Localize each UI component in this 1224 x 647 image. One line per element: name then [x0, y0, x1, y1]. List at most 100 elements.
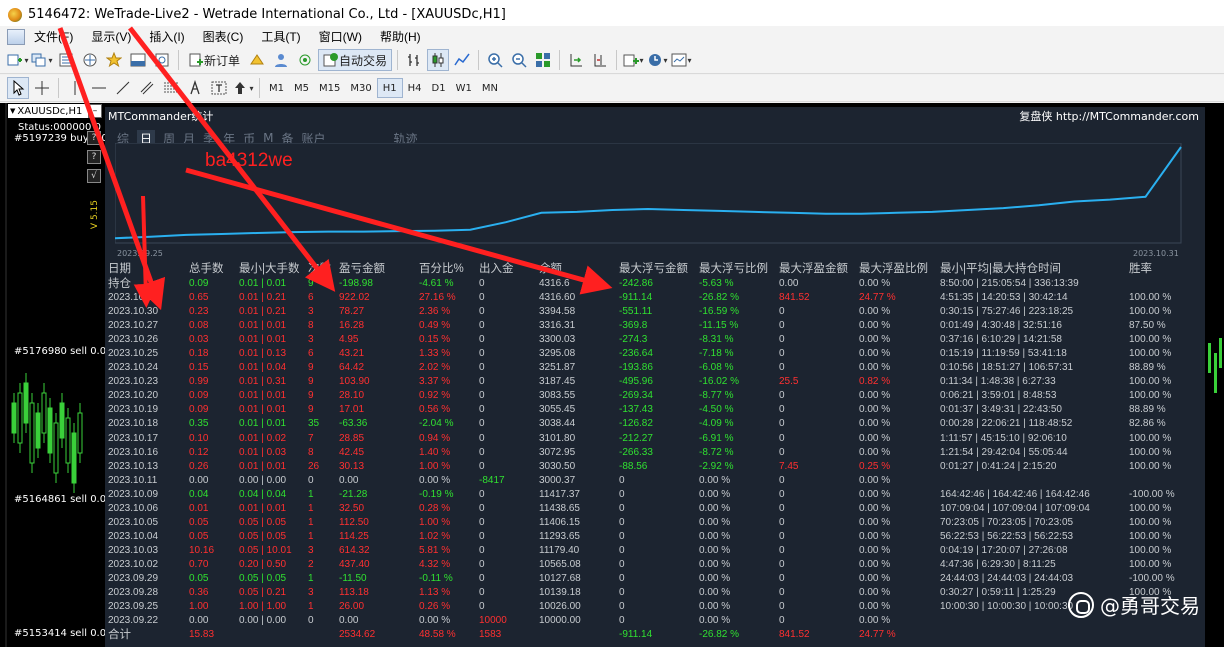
table-row[interactable]: 2023.10.20 0.09 0.01 | 0.01 9 28.10 0.92 % 0 30…	[108, 389, 1198, 403]
table-row[interactable]: 2023.10.30 0.23 0.01 | 0.21 3 78.27 2.36 % 0 33…	[108, 305, 1198, 319]
table-row[interactable]: 2023.10.17 0.10 0.01 | 0.02 7 28.85 0.94 % 0 31…	[108, 432, 1198, 446]
column-header[interactable]: 最大浮盈金额	[779, 262, 848, 276]
table-row[interactable]: 2023.09.28 0.36 0.05 | 0.21 3 113.18 1.13 % 0 1…	[108, 586, 1198, 600]
table-row[interactable]: 2023.10.09 0.04 0.04 | 0.04 1 -21.28 -0.19 % 0…	[108, 488, 1198, 502]
column-header[interactable]: 最大浮盈比例	[859, 262, 928, 276]
column-header[interactable]: 日期	[108, 262, 131, 276]
text-button[interactable]	[184, 77, 206, 99]
menu-window[interactable]: 窗口(W)	[310, 28, 371, 45]
favorites-button[interactable]	[103, 49, 125, 71]
timeframe-m1[interactable]: M1	[264, 78, 289, 98]
table-row[interactable]: 2023.09.22 0.00 0.00 | 0.00 0 0.00 0.00 % 1000…	[108, 614, 1198, 628]
holding-row[interactable]: 持仓 0.09 0.01 | 0.01 9 -198.98 -4.61 % 0 …	[108, 277, 1198, 291]
zoom-out-button[interactable]	[508, 49, 530, 71]
channel-button[interactable]	[136, 77, 158, 99]
table-row[interactable]: 2023.10.16 0.12 0.01 | 0.03 8 42.45 1.40 % 0 30…	[108, 446, 1198, 460]
column-header[interactable]: 最大浮亏金额	[619, 262, 688, 276]
arrows-button[interactable]: ▾	[232, 77, 254, 99]
new-order-button[interactable]: 新订单	[184, 49, 244, 71]
column-header[interactable]: 次数	[308, 262, 331, 276]
holding-max-loss-pct: -5.63 %	[699, 278, 734, 289]
table-row[interactable]: 2023.10.19 0.09 0.01 | 0.01 9 17.01 0.56 % 0 30…	[108, 403, 1198, 417]
navigator-button[interactable]	[79, 49, 101, 71]
menu-tools[interactable]: 工具(T)	[252, 28, 309, 45]
table-row[interactable]: 2023.10.24 0.15 0.01 | 0.04 9 64.42 2.02 % 0 32…	[108, 361, 1198, 375]
bar-chart-button[interactable]	[403, 49, 425, 71]
timeframe-m5[interactable]: M5	[289, 78, 314, 98]
table-row[interactable]: 2023.10.03 10.16 0.05 | 10.01 3 614.32 5.81 %…	[108, 544, 1198, 558]
document-icon[interactable]	[7, 28, 25, 45]
table-row[interactable]: 2023.10.23 0.99 0.01 | 0.31 9 103.90 3.37 % 0 3…	[108, 375, 1198, 389]
vertical-line-button[interactable]	[64, 77, 86, 99]
chart-shift-button[interactable]	[589, 49, 611, 71]
zoom-in-button[interactable]	[484, 49, 506, 71]
column-header[interactable]: 总手数	[189, 262, 224, 276]
cell-balance: 3394.58	[539, 306, 576, 318]
horizontal-line-button[interactable]	[88, 77, 110, 99]
menu-help[interactable]: 帮助(H)	[371, 28, 430, 45]
menu-view[interactable]: 显示(V)	[82, 28, 140, 45]
confirm-button[interactable]: √	[87, 169, 101, 183]
table-row[interactable]: 2023.10.02 0.70 0.20 | 0.50 2 437.40 4.32 % 0 1…	[108, 558, 1198, 572]
line-chart-button[interactable]	[451, 49, 473, 71]
fibonacci-button[interactable]	[160, 77, 182, 99]
column-header[interactable]: 胜率	[1129, 262, 1152, 276]
table-row[interactable]: 2023.09.29 0.05 0.05 | 0.05 1 -11.50 -0.11 % 0…	[108, 572, 1198, 586]
total-row[interactable]: 合计 15.83 2534.62 48.58 % 1583 -911.14 -2…	[108, 628, 1198, 642]
timeframe-m15[interactable]: M15	[314, 78, 345, 98]
text-label-button[interactable]	[208, 77, 230, 99]
column-header[interactable]: 盈亏金额	[339, 262, 385, 276]
table-row[interactable]: 2023.10.27 0.08 0.01 | 0.01 8 16.28 0.49 % 0 33…	[108, 319, 1198, 333]
auto-trading-button[interactable]: 自动交易	[318, 49, 393, 71]
cell-minmax: 0.05 | 0.21	[239, 587, 287, 599]
table-row[interactable]: 2023.10.31 0.65 0.01 | 0.21 6 922.02 27.16 % 0…	[108, 291, 1198, 305]
column-header[interactable]: 最小|平均|最大持仓时间	[940, 262, 1061, 276]
table-row[interactable]: 2023.10.04 0.05 0.05 | 0.05 1 114.25 1.02 % 0 1…	[108, 530, 1198, 544]
network-button[interactable]	[294, 49, 316, 71]
signals-button[interactable]	[246, 49, 268, 71]
menu-insert[interactable]: 插入(I)	[140, 28, 193, 45]
cursor-button[interactable]	[7, 77, 29, 99]
total-lots: 15.83	[189, 629, 215, 641]
table-row[interactable]: 2023.09.25 1.00 1.00 | 1.00 1 26.00 0.26 % 0 10…	[108, 600, 1198, 614]
trendline-button[interactable]	[112, 77, 134, 99]
timeframe-w1[interactable]: W1	[451, 78, 477, 98]
timeframe-d1[interactable]: D1	[427, 78, 451, 98]
account-button[interactable]	[270, 49, 292, 71]
column-header[interactable]: 出入金	[479, 262, 514, 276]
market-watch-button[interactable]	[55, 49, 77, 71]
candlestick-button[interactable]	[427, 49, 450, 71]
menu-charts[interactable]: 图表(C)	[194, 28, 253, 45]
chart-window-tab[interactable]: ▼ XAUUSDc,H1	[8, 104, 100, 118]
panel-brand[interactable]: 复盘侠 http://MTCommander.com	[1019, 108, 1199, 124]
timeframe-h4[interactable]: H4	[403, 78, 427, 98]
help-button[interactable]: ?	[87, 150, 101, 164]
tile-windows-button[interactable]	[532, 49, 554, 71]
table-row[interactable]: 2023.10.26 0.03 0.01 | 0.01 3 4.95 0.15 % 0 330…	[108, 333, 1198, 347]
table-row[interactable]: 2023.10.18 0.35 0.01 | 0.01 35 -63.36 -2.04 %…	[108, 417, 1198, 431]
indicators-button[interactable]: ▾	[622, 49, 644, 71]
timeframe-m30[interactable]: M30	[345, 78, 376, 98]
minimize-chart-button[interactable]: –	[88, 104, 102, 118]
templates-button[interactable]: ▾	[670, 49, 692, 71]
column-header[interactable]: 百分比%	[419, 262, 464, 276]
periods-button[interactable]: ▾	[646, 49, 668, 71]
table-row[interactable]: 2023.10.06 0.01 0.01 | 0.01 1 32.50 0.28 % 0 11…	[108, 502, 1198, 516]
menu-file[interactable]: 文件(F)	[25, 28, 82, 45]
timeframe-mn[interactable]: MN	[477, 78, 503, 98]
help-button[interactable]: ?	[87, 131, 101, 145]
timeframe-h1[interactable]: H1	[376, 78, 403, 98]
table-row[interactable]: 2023.10.11 0.00 0.00 | 0.00 0 0.00 0.00 % -841…	[108, 474, 1198, 488]
column-header[interactable]: 最大浮亏比例	[699, 262, 768, 276]
table-row[interactable]: 2023.10.25 0.18 0.01 | 0.13 6 43.21 1.33 % 0 32…	[108, 347, 1198, 361]
terminal-button[interactable]	[127, 49, 149, 71]
tester-button[interactable]	[151, 49, 173, 71]
crosshair-button[interactable]	[31, 77, 53, 99]
table-row[interactable]: 2023.10.13 0.26 0.01 | 0.01 26 30.13 1.00 % 0 3…	[108, 460, 1198, 474]
auto-scroll-button[interactable]	[565, 49, 587, 71]
column-header[interactable]: 余额	[539, 262, 562, 276]
table-row[interactable]: 2023.10.05 0.05 0.05 | 0.05 1 112.50 1.00 % 0 1…	[108, 516, 1198, 530]
column-header[interactable]: 最小|大手数	[239, 262, 300, 276]
new-chart-button[interactable]: ▾	[7, 49, 29, 71]
profiles-button[interactable]: ▾	[31, 49, 53, 71]
